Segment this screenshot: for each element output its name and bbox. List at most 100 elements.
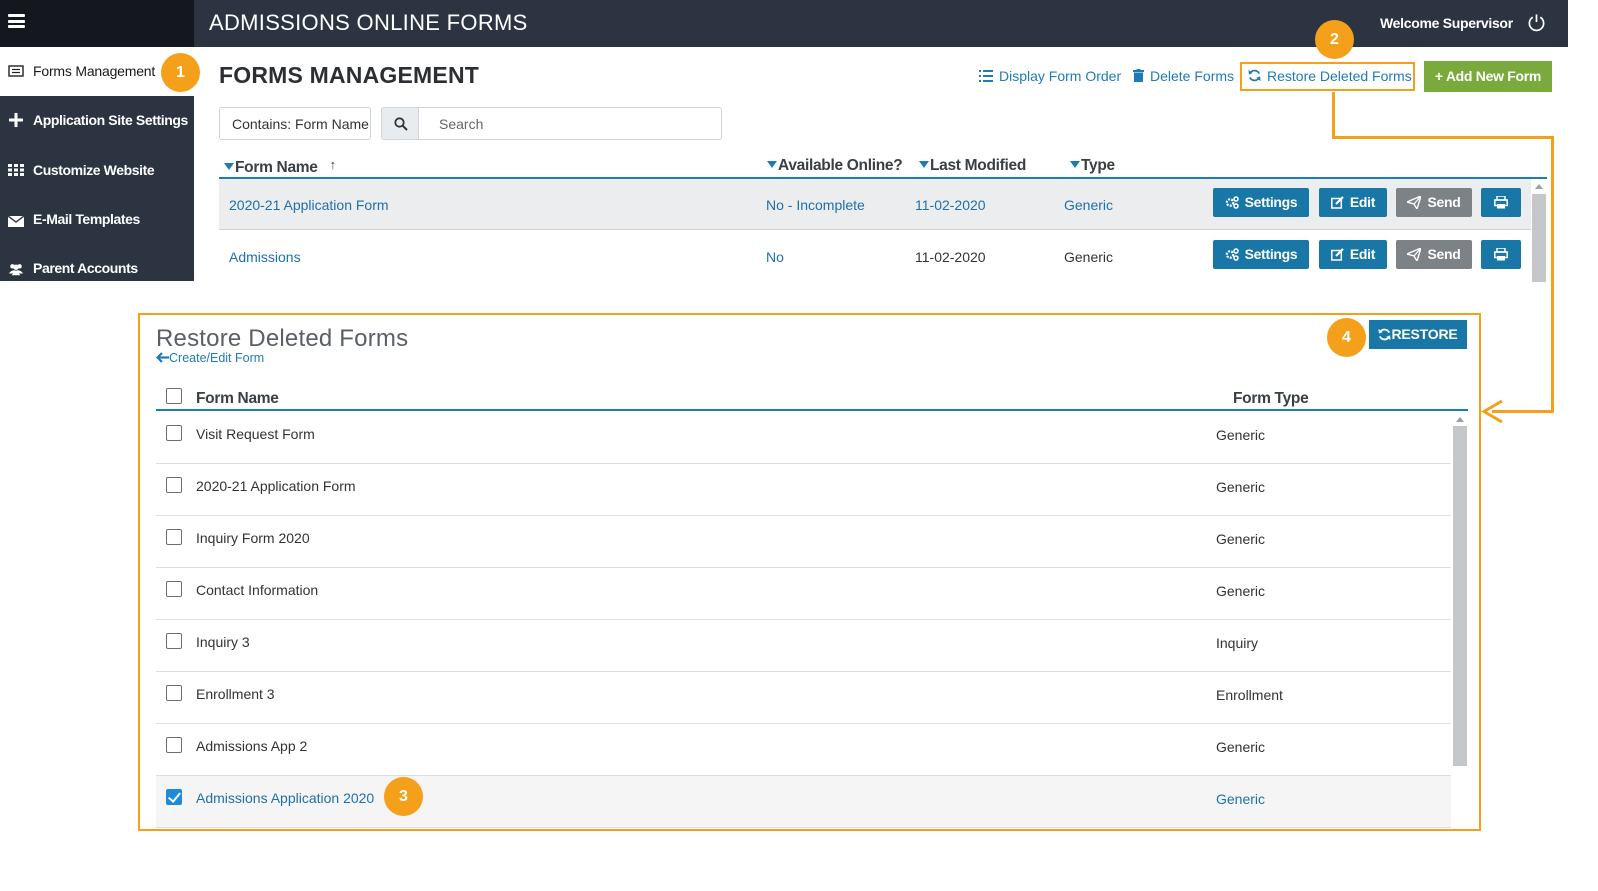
edit-button[interactable]: Edit bbox=[1319, 240, 1387, 269]
search-input[interactable]: Search bbox=[418, 107, 722, 140]
column-header-type[interactable]: Type bbox=[1070, 157, 1115, 175]
settings-button[interactable]: Settings bbox=[1213, 188, 1309, 217]
filter-icon[interactable] bbox=[767, 161, 777, 168]
print-button[interactable] bbox=[1481, 240, 1521, 269]
sidebar-item-label: E-Mail Templates bbox=[33, 211, 140, 227]
scrollbar-thumb[interactable] bbox=[1453, 426, 1467, 766]
power-icon[interactable] bbox=[1527, 13, 1546, 32]
display-form-order-link[interactable]: Display Form Order bbox=[979, 68, 1121, 84]
available-online-value[interactable]: No bbox=[766, 249, 784, 265]
filter-icon[interactable] bbox=[1070, 161, 1080, 168]
sidebar-item-customize-website[interactable]: Customize Website bbox=[0, 146, 194, 195]
column-header-form-name[interactable]: Form Name ↑ bbox=[224, 157, 336, 177]
list-item[interactable]: Contact Information Generic bbox=[156, 568, 1451, 620]
form-type: Generic bbox=[1216, 531, 1266, 547]
send-button[interactable]: Send bbox=[1396, 188, 1472, 217]
form-name: Enrollment 3 bbox=[196, 686, 275, 702]
list-item[interactable]: Inquiry 3 Inquiry bbox=[156, 620, 1451, 672]
list-item[interactable]: Admissions App 2 Generic bbox=[156, 724, 1451, 776]
hamburger-menu-button[interactable] bbox=[0, 0, 194, 47]
row-checkbox[interactable] bbox=[166, 477, 182, 493]
step-badge-4: 4 bbox=[1327, 318, 1366, 357]
sidebar-item-email-templates[interactable]: E-Mail Templates bbox=[0, 195, 194, 244]
scrollbar-thumb[interactable] bbox=[1532, 194, 1546, 282]
form-name: Inquiry Form 2020 bbox=[196, 530, 310, 546]
scroll-up-icon[interactable] bbox=[1456, 417, 1464, 422]
panel-title: Restore Deleted Forms bbox=[156, 325, 409, 352]
filter-icon[interactable] bbox=[224, 163, 234, 170]
create-edit-form-link[interactable]: Create/Edit Form bbox=[155, 351, 264, 365]
sort-ascending-icon: ↑ bbox=[329, 157, 337, 172]
step-badge-3: 3 bbox=[384, 777, 423, 816]
print-icon bbox=[1494, 195, 1508, 209]
form-name: Admissions App 2 bbox=[196, 738, 308, 754]
row-checkbox[interactable] bbox=[166, 529, 182, 545]
list-item[interactable]: Admissions Application 2020 Generic bbox=[156, 776, 1451, 828]
edit-button[interactable]: Edit bbox=[1319, 188, 1387, 217]
row-checkbox[interactable] bbox=[166, 789, 182, 805]
print-button[interactable] bbox=[1481, 188, 1521, 217]
form-name-link[interactable]: 2020-21 Application Form bbox=[229, 197, 389, 213]
restore-button[interactable]: RESTORE bbox=[1369, 320, 1467, 349]
type-value: Generic bbox=[1064, 249, 1114, 265]
welcome-text: Welcome Supervisor bbox=[1380, 15, 1513, 31]
sidebar-item-label: Application Site Settings bbox=[33, 112, 188, 128]
row-checkbox[interactable] bbox=[166, 685, 182, 701]
list-item[interactable]: Inquiry Form 2020 Generic bbox=[156, 516, 1451, 568]
search-icon bbox=[394, 117, 408, 131]
panel-header-divider bbox=[156, 409, 1468, 411]
connector-line bbox=[1332, 136, 1554, 139]
filter-icon[interactable] bbox=[919, 161, 929, 168]
form-type: Inquiry bbox=[1216, 635, 1259, 651]
table-row: Admissions No 11-02-2020 Generic Setting… bbox=[219, 231, 1531, 282]
column-header-last-modified[interactable]: Last Modified bbox=[919, 157, 1026, 175]
users-icon bbox=[8, 264, 24, 276]
list-item[interactable]: 2020-21 Application Form Generic bbox=[156, 464, 1451, 516]
available-online-value[interactable]: No - Incomplete bbox=[766, 197, 865, 213]
restore-deleted-forms-panel: Restore Deleted Forms Create/Edit Form R… bbox=[138, 313, 1481, 831]
search-button[interactable] bbox=[381, 107, 419, 140]
add-new-form-button[interactable]: + Add New Form bbox=[1424, 61, 1552, 92]
form-type: Generic bbox=[1216, 427, 1266, 443]
row-checkbox[interactable] bbox=[166, 581, 182, 597]
filter-type-select[interactable]: Contains: Form Name bbox=[219, 107, 371, 140]
delete-forms-label: Delete Forms bbox=[1150, 68, 1235, 84]
trash-icon bbox=[1133, 69, 1144, 82]
select-all-checkbox[interactable] bbox=[166, 388, 182, 404]
table-scrollbar[interactable] bbox=[1532, 180, 1546, 282]
form-name-link[interactable]: Admissions bbox=[229, 249, 301, 265]
edit-icon bbox=[1330, 196, 1344, 209]
plus-icon bbox=[9, 113, 23, 127]
connector-line bbox=[1332, 92, 1335, 137]
settings-button[interactable]: Settings bbox=[1213, 240, 1309, 269]
form-type: Generic bbox=[1216, 583, 1266, 599]
column-header-available-online[interactable]: Available Online? bbox=[767, 157, 903, 175]
column-header-form-type: Form Type bbox=[1233, 390, 1309, 407]
panel-scrollbar[interactable] bbox=[1453, 412, 1467, 829]
grid-icon bbox=[8, 164, 24, 176]
refresh-icon bbox=[1248, 69, 1261, 82]
delete-forms-link[interactable]: Delete Forms bbox=[1133, 68, 1234, 84]
refresh-icon bbox=[1378, 328, 1392, 341]
hamburger-icon bbox=[8, 14, 25, 28]
restore-deleted-forms-label: Restore Deleted Forms bbox=[1267, 68, 1412, 84]
sidebar-item-label: Forms Management bbox=[33, 63, 156, 79]
scroll-up-icon[interactable] bbox=[1535, 184, 1543, 189]
restore-deleted-forms-link[interactable]: Restore Deleted Forms bbox=[1248, 68, 1412, 84]
sidebar-item-application-site-settings[interactable]: Application Site Settings bbox=[0, 96, 194, 145]
row-checkbox[interactable] bbox=[166, 633, 182, 649]
sidebar-item-parent-accounts[interactable]: Parent Accounts bbox=[0, 244, 194, 293]
send-button[interactable]: Send bbox=[1396, 240, 1472, 269]
sidebar-item-label: Customize Website bbox=[33, 162, 155, 178]
page-title: FORMS MANAGEMENT bbox=[219, 62, 480, 88]
envelope-icon bbox=[8, 215, 24, 227]
column-header-form-name: Form Name bbox=[196, 390, 279, 407]
form-type: Generic bbox=[1216, 791, 1266, 807]
list-item[interactable]: Visit Request Form Generic bbox=[156, 412, 1451, 464]
row-checkbox[interactable] bbox=[166, 737, 182, 753]
form-name: Admissions Application 2020 bbox=[196, 790, 375, 806]
sidebar-item-label: Parent Accounts bbox=[33, 260, 138, 276]
list-icon bbox=[979, 70, 993, 82]
row-checkbox[interactable] bbox=[166, 425, 182, 441]
list-item[interactable]: Enrollment 3 Enrollment bbox=[156, 672, 1451, 724]
